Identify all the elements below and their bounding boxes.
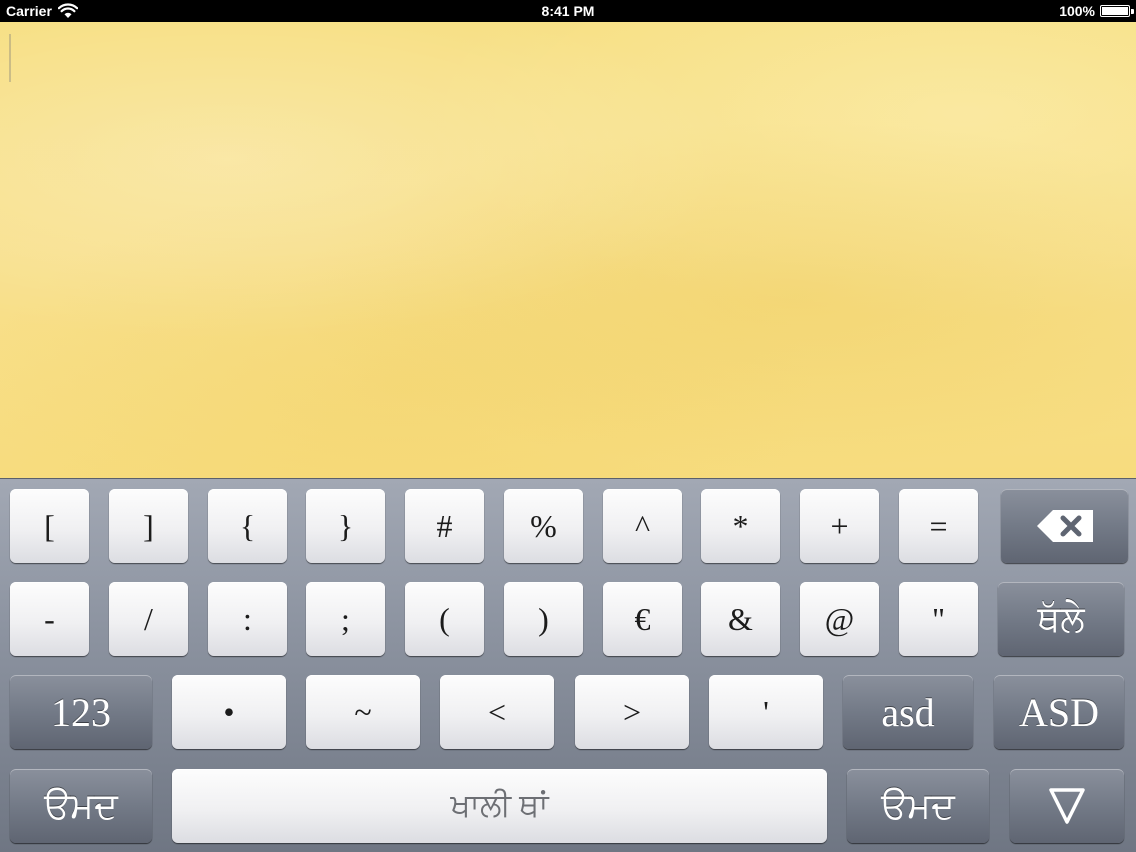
punjabi-keyboard: [ ] { } # % ^ * + = - / : ; ( ) € & @ " …	[0, 478, 1136, 852]
status-bar: Carrier 8:41 PM 100%	[0, 0, 1136, 22]
key-greater-than[interactable]: >	[575, 675, 689, 749]
key-left-paren[interactable]: (	[405, 582, 484, 656]
key-right-paren[interactable]: )	[504, 582, 583, 656]
key-right-brace[interactable]: }	[306, 489, 385, 563]
key-semicolon[interactable]: ;	[306, 582, 385, 656]
hide-keyboard-icon	[1049, 788, 1085, 824]
status-battery: 100%	[1059, 0, 1134, 22]
key-equals[interactable]: =	[899, 489, 978, 563]
key-quote[interactable]: "	[899, 582, 978, 656]
key-ampersand[interactable]: &	[701, 582, 780, 656]
key-slash[interactable]: /	[109, 582, 188, 656]
key-right-bracket[interactable]: ]	[109, 489, 188, 563]
key-hash[interactable]: #	[405, 489, 484, 563]
punjabi-layout-key-right[interactable]: ੳਮਦ	[847, 769, 989, 843]
key-bullet[interactable]: •	[172, 675, 286, 749]
key-left-brace[interactable]: {	[208, 489, 287, 563]
status-carrier: Carrier	[6, 0, 78, 22]
battery-percent: 100%	[1059, 3, 1095, 19]
text-cursor	[9, 34, 11, 82]
key-apostrophe[interactable]: '	[709, 675, 823, 749]
key-caret[interactable]: ^	[603, 489, 682, 563]
battery-level-fill	[1102, 7, 1128, 15]
delete-key[interactable]	[1001, 489, 1128, 563]
ipad-screen: Carrier 8:41 PM 100% [ ] { } # % ^ * + =…	[0, 0, 1136, 852]
key-euro[interactable]: €	[603, 582, 682, 656]
status-time: 8:41 PM	[541, 3, 595, 19]
return-key[interactable]: ਥੱਲੇ	[998, 582, 1124, 656]
key-asterisk[interactable]: *	[701, 489, 780, 563]
key-tilde[interactable]: ~	[306, 675, 420, 749]
uppercase-toggle-key[interactable]: ASD	[994, 675, 1124, 749]
punjabi-layout-key-left[interactable]: ੳਮਦ	[10, 769, 152, 843]
key-left-bracket[interactable]: [	[10, 489, 89, 563]
key-less-than[interactable]: <	[440, 675, 554, 749]
key-plus[interactable]: +	[800, 489, 879, 563]
carrier-label: Carrier	[6, 3, 52, 19]
text-editor-area[interactable]	[0, 22, 1136, 478]
key-at[interactable]: @	[800, 582, 879, 656]
dismiss-keyboard-key[interactable]	[1010, 769, 1124, 843]
numbers-toggle-key[interactable]: 123	[10, 675, 152, 749]
key-hyphen[interactable]: -	[10, 582, 89, 656]
key-colon[interactable]: :	[208, 582, 287, 656]
key-percent[interactable]: %	[504, 489, 583, 563]
wifi-icon	[57, 3, 78, 18]
battery-icon	[1100, 5, 1134, 17]
backspace-icon	[1036, 510, 1093, 542]
lowercase-toggle-key[interactable]: asd	[843, 675, 973, 749]
space-bar[interactable]: ਖਾਲੀ ਥਾਂ	[172, 769, 827, 843]
